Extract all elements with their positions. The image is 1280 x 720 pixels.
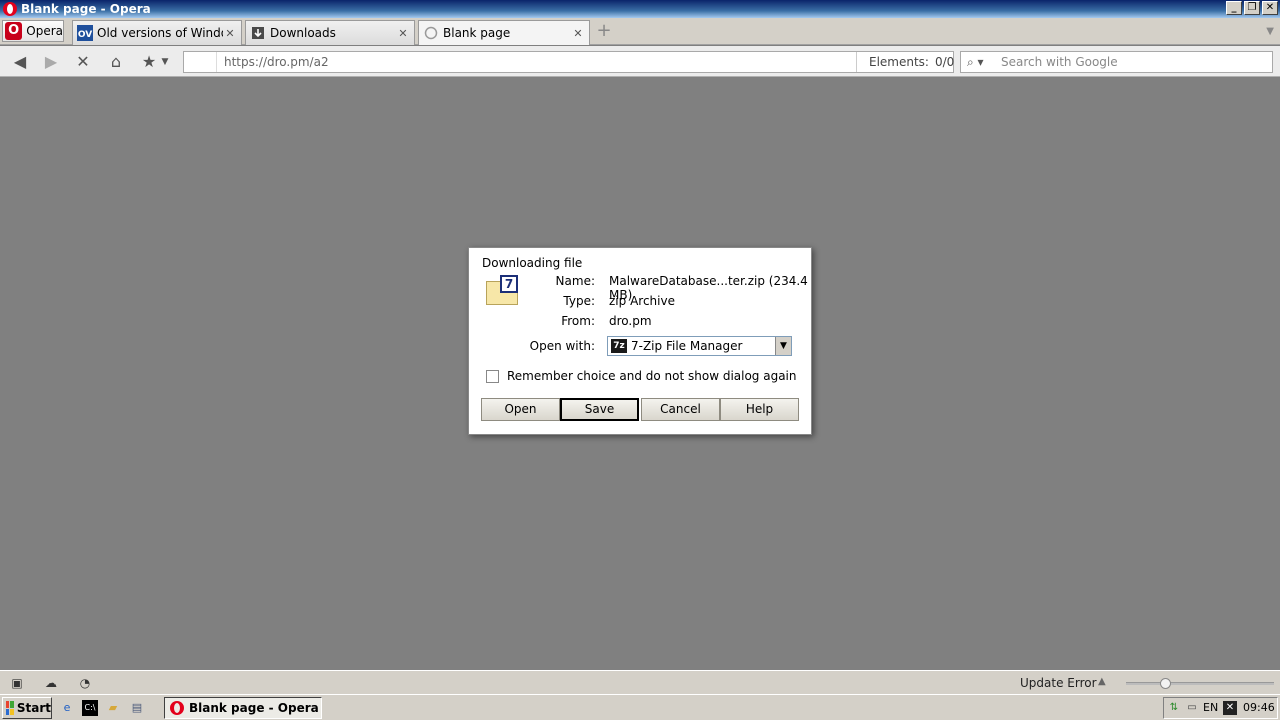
opera-menu-button[interactable]: O Opera bbox=[2, 20, 64, 42]
update-arrow-icon[interactable]: ▲ bbox=[1098, 676, 1106, 687]
forward-arrow-icon[interactable]: ▶ bbox=[41, 52, 61, 72]
download-dialog: Downloading file 7 Name: MalwareDatabase… bbox=[468, 247, 812, 435]
remember-choice-row[interactable]: Remember choice and do not show dialog a… bbox=[486, 369, 797, 383]
panel-toggle-icon[interactable]: ▣ bbox=[9, 675, 25, 691]
7zip-app-icon: 7z bbox=[611, 339, 627, 353]
start-button[interactable]: Start bbox=[2, 697, 52, 719]
remember-choice-label[interactable]: Remember choice and do not show dialog a… bbox=[507, 369, 797, 383]
internet-explorer-icon[interactable]: e bbox=[59, 700, 75, 716]
security-badge[interactable] bbox=[184, 52, 217, 72]
oldversion-favicon-icon: OV bbox=[77, 25, 93, 41]
loading-spinner-icon bbox=[424, 26, 438, 40]
elements-value: 0/0 bbox=[934, 55, 955, 69]
command-prompt-icon[interactable]: C:\ bbox=[82, 700, 98, 716]
home-icon[interactable]: ⌂ bbox=[106, 52, 126, 72]
windows-taskbar: Start e C:\ ▰ ▤ Blank page - Opera ⇅ ▭ E… bbox=[0, 694, 1280, 720]
file-type-value: zip Archive bbox=[609, 294, 675, 308]
network-icon[interactable]: ⇅ bbox=[1167, 701, 1181, 715]
save-button[interactable]: Save bbox=[560, 398, 639, 421]
tab-old-versions[interactable]: OV Old versions of Windows, ... ✕ bbox=[72, 20, 242, 45]
tab-downloads[interactable]: Downloads ✕ bbox=[245, 20, 415, 45]
remember-choice-checkbox[interactable] bbox=[486, 369, 499, 383]
elements-counter: Elements: 0/0 bbox=[856, 52, 954, 72]
stop-loading-icon[interactable]: ✕ bbox=[73, 52, 93, 72]
open-with-label: Open with: bbox=[529, 339, 595, 353]
opera-unite-cloud-icon[interactable]: ☁ bbox=[43, 675, 59, 691]
tab-bar: O Opera OV Old versions of Windows, ... … bbox=[0, 18, 1280, 45]
clock: 09:46 bbox=[1243, 701, 1275, 714]
close-window-button[interactable]: ✕ bbox=[1262, 1, 1278, 15]
tab-label: Blank page bbox=[443, 26, 511, 40]
search-icon[interactable]: ⌕ ▾ bbox=[967, 55, 984, 70]
browser-status-bar: ▣ ☁ ◔ Update Error ▲ bbox=[0, 670, 1280, 694]
tab-blank-page[interactable]: Blank page ✕ bbox=[418, 20, 590, 45]
dialog-title: Downloading file bbox=[482, 256, 583, 270]
elements-label: Elements: bbox=[869, 55, 929, 69]
cancel-button[interactable]: Cancel bbox=[641, 398, 720, 421]
window-controls: _ ❐ ✕ bbox=[1226, 1, 1278, 15]
zoom-slider[interactable] bbox=[1126, 678, 1274, 689]
tab-close-icon[interactable]: ✕ bbox=[223, 27, 237, 40]
opera-menu-label: Opera bbox=[26, 24, 63, 38]
tab-label: Downloads bbox=[270, 26, 336, 40]
svg-text:OV: OV bbox=[78, 30, 92, 40]
tab-label: Old versions of Windows, ... bbox=[97, 26, 223, 40]
opera-turbo-icon[interactable]: ◔ bbox=[77, 675, 93, 691]
downloads-icon bbox=[252, 27, 264, 39]
type-label: Type: bbox=[563, 294, 595, 308]
bookmark-dropdown-icon[interactable]: ▼ bbox=[158, 52, 172, 72]
address-url[interactable]: https://dro.pm/a2 bbox=[224, 55, 329, 69]
help-button[interactable]: Help bbox=[720, 398, 799, 421]
opera-logo-icon bbox=[3, 2, 17, 16]
taskbar-item-label: Blank page - Opera bbox=[189, 701, 319, 715]
tab-close-icon[interactable]: ✕ bbox=[396, 27, 410, 40]
archive-file-icon: 7 bbox=[486, 275, 520, 305]
update-status[interactable]: Update Error bbox=[1020, 676, 1097, 690]
new-tab-button[interactable]: + bbox=[596, 22, 612, 40]
language-indicator[interactable]: EN bbox=[1203, 701, 1218, 714]
app-tray-icon[interactable]: ✕ bbox=[1223, 701, 1237, 715]
address-bar[interactable]: https://dro.pm/a2 Elements: 0/0 bbox=[183, 51, 954, 73]
opera-logo-icon bbox=[170, 701, 184, 715]
windows-logo-icon bbox=[6, 701, 14, 715]
file-source-value: dro.pm bbox=[609, 314, 652, 328]
opera-menu-icon: O bbox=[5, 22, 23, 40]
window-titlebar: Blank page - Opera _ ❐ ✕ bbox=[0, 0, 1280, 18]
from-label: From: bbox=[561, 314, 595, 328]
tab-list-chevron-icon[interactable]: ▼ bbox=[1266, 26, 1274, 37]
bookmark-star-icon[interactable]: ★ bbox=[139, 52, 159, 72]
open-button[interactable]: Open bbox=[481, 398, 560, 421]
open-with-value: 7-Zip File Manager bbox=[631, 339, 743, 353]
tab-close-icon[interactable]: ✕ bbox=[571, 27, 585, 40]
start-label: Start bbox=[16, 701, 51, 715]
open-with-select[interactable]: 7z 7-Zip File Manager ▼ bbox=[607, 336, 792, 356]
search-box[interactable]: ⌕ ▾ Search with Google bbox=[960, 51, 1273, 73]
back-arrow-icon[interactable]: ◀ bbox=[10, 52, 30, 72]
restore-button[interactable]: ❐ bbox=[1244, 1, 1260, 15]
folder-icon[interactable]: ▰ bbox=[105, 700, 121, 716]
chevron-down-icon[interactable]: ▼ bbox=[775, 337, 791, 355]
show-desktop-icon[interactable]: ▤ bbox=[129, 700, 145, 716]
window-title: Blank page - Opera bbox=[21, 2, 151, 16]
system-tray: ⇅ ▭ EN ✕ 09:46 bbox=[1163, 697, 1278, 719]
safely-remove-icon[interactable]: ▭ bbox=[1185, 701, 1199, 715]
search-placeholder[interactable]: Search with Google bbox=[1001, 55, 1118, 69]
taskbar-item-opera[interactable]: Blank page - Opera bbox=[164, 697, 322, 719]
name-label: Name: bbox=[555, 274, 595, 288]
navigation-bar: ◀ ▶ ✕ ⌂ ★ ▼ https://dro.pm/a2 Elements: 0… bbox=[0, 46, 1280, 77]
zoom-slider-handle[interactable] bbox=[1160, 678, 1171, 689]
minimize-button[interactable]: _ bbox=[1226, 1, 1242, 15]
